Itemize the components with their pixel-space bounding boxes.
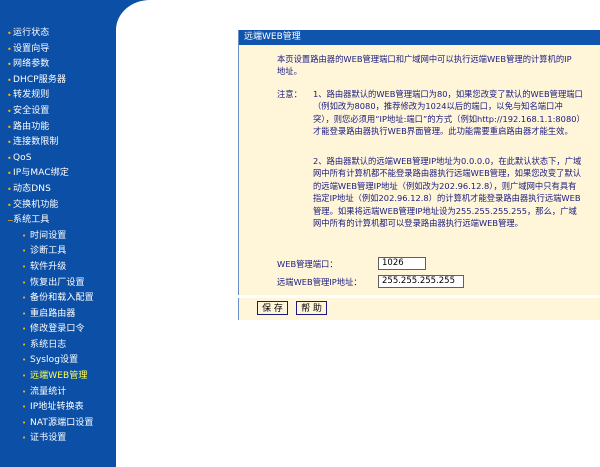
sidebar-item-wizard[interactable]: • 设置向导 (0, 42, 116, 58)
bullet-icon: • (7, 184, 12, 194)
page-title: 远端WEB管理 (239, 30, 600, 45)
save-button[interactable]: 保 存 (257, 301, 288, 315)
bullet-icon: • (7, 122, 12, 132)
sidebar-subitem-traffic[interactable]: • 流量统计 (0, 385, 116, 401)
sidebar-subitem-certificate[interactable]: • 证书设置 (0, 431, 116, 447)
sidebar-subitem-factory-reset[interactable]: • 恢复出厂设置 (0, 276, 116, 292)
bullet-icon: • (22, 325, 27, 334)
sidebar-subitem-remote-web[interactable]: • 远端WEB管理 (0, 369, 116, 385)
bullet-icon: • (7, 169, 12, 179)
sidebar-subitem-nat-table[interactable]: • IP地址转换表 (0, 400, 116, 416)
sidebar-item-ip-mac[interactable]: • IP与MAC绑定 (0, 166, 116, 182)
bullet-icon: • (22, 294, 27, 303)
sidebar-subitem-syslog[interactable]: • 系统日志 (0, 338, 116, 354)
bullet-icon: • (7, 91, 12, 101)
bullet-icon: • (7, 44, 12, 54)
bullet-icon: • (22, 418, 27, 427)
bullet-icon: • (7, 60, 12, 70)
sidebar-menu: • 运行状态 • 设置向导 • 网络参数 • DHCP服务器 • 转发规则 • 安全设置 •… (0, 26, 116, 447)
sidebar-item-switch[interactable]: • 交换机功能 (0, 198, 116, 214)
sidebar-subitem-password[interactable]: • 修改登录口令 (0, 322, 116, 338)
ip-label: 远端WEB管理IP地址： (277, 277, 362, 287)
bullet-icon: • (7, 106, 12, 116)
sidebar-subitem-reboot[interactable]: • 重启路由器 (0, 307, 116, 323)
bullet-icon: • (22, 356, 27, 365)
sidebar-item-network[interactable]: • 网络参数 (0, 57, 116, 73)
intro-text: 本页设置路由器的WEB管理端口和广域网中可以执行远端WEB管理的计算机的IP地址… (277, 54, 572, 77)
sidebar-item-conn-limit[interactable]: • 连接数限制 (0, 135, 116, 151)
bullet-icon: • (7, 138, 12, 148)
bullet-icon: • (7, 200, 12, 210)
sidebar-subitem-backup[interactable]: • 备份和载入配置 (0, 291, 116, 307)
web-port-input[interactable] (378, 257, 426, 270)
note-ip: 2、路由器默认的远端WEB管理IP地址为0.0.0.0，在此默认状态下，广域网中… (313, 156, 582, 229)
sidebar-item-ddns[interactable]: • 动态DNS (0, 182, 116, 198)
sidebar-subitem-syslog-settings[interactable]: • Syslog设置 (0, 353, 116, 369)
bullet-icon: • (7, 75, 12, 85)
sidebar-item-routing[interactable]: • 路由功能 (0, 120, 116, 136)
bullet-icon: • (22, 340, 27, 349)
sidebar-item-security[interactable]: • 安全设置 (0, 104, 116, 120)
port-label: WEB管理端口： (277, 259, 338, 269)
bullet-icon: • (22, 309, 27, 318)
remote-ip-input[interactable] (378, 275, 464, 288)
bullet-icon: • (22, 278, 27, 287)
bullet-icon: • (22, 403, 27, 412)
sidebar-subitem-nat-port[interactable]: • NAT源端口设置 (0, 416, 116, 432)
help-button[interactable]: 帮 助 (296, 301, 327, 315)
bullet-icon: • (22, 247, 27, 256)
bullet-icon: • (22, 387, 27, 396)
sidebar-item-status[interactable]: • 运行状态 (0, 26, 116, 42)
button-bar: 保 存 帮 助 (238, 298, 600, 320)
sidebar-item-system-tools[interactable]: − 系统工具 (0, 213, 116, 229)
bullet-icon: • (22, 262, 27, 271)
bullet-icon: • (22, 231, 27, 240)
note-label: 注意： (277, 89, 302, 99)
bullet-icon: • (22, 372, 27, 381)
sidebar-item-dhcp[interactable]: • DHCP服务器 (0, 73, 116, 89)
sidebar-item-qos[interactable]: • QoS (0, 151, 116, 167)
bullet-icon: • (22, 434, 27, 443)
sidebar-subitem-time[interactable]: • 时间设置 (0, 229, 116, 245)
sidebar-subitem-upgrade[interactable]: • 软件升级 (0, 260, 116, 276)
bullet-icon: • (7, 29, 12, 38)
header-curve (116, 0, 600, 32)
remote-web-panel: 远端WEB管理 本页设置路由器的WEB管理端口和广域网中可以执行远端WEB管理的… (238, 30, 600, 295)
note-port: 1、路由器默认的WEB管理端口为80，如果您改变了默认的WEB管理端口（例如改为… (313, 89, 583, 137)
sidebar-item-forwarding[interactable]: • 转发规则 (0, 88, 116, 104)
bullet-icon: • (7, 153, 12, 163)
sidebar-subitem-diagnostics[interactable]: • 诊断工具 (0, 244, 116, 260)
